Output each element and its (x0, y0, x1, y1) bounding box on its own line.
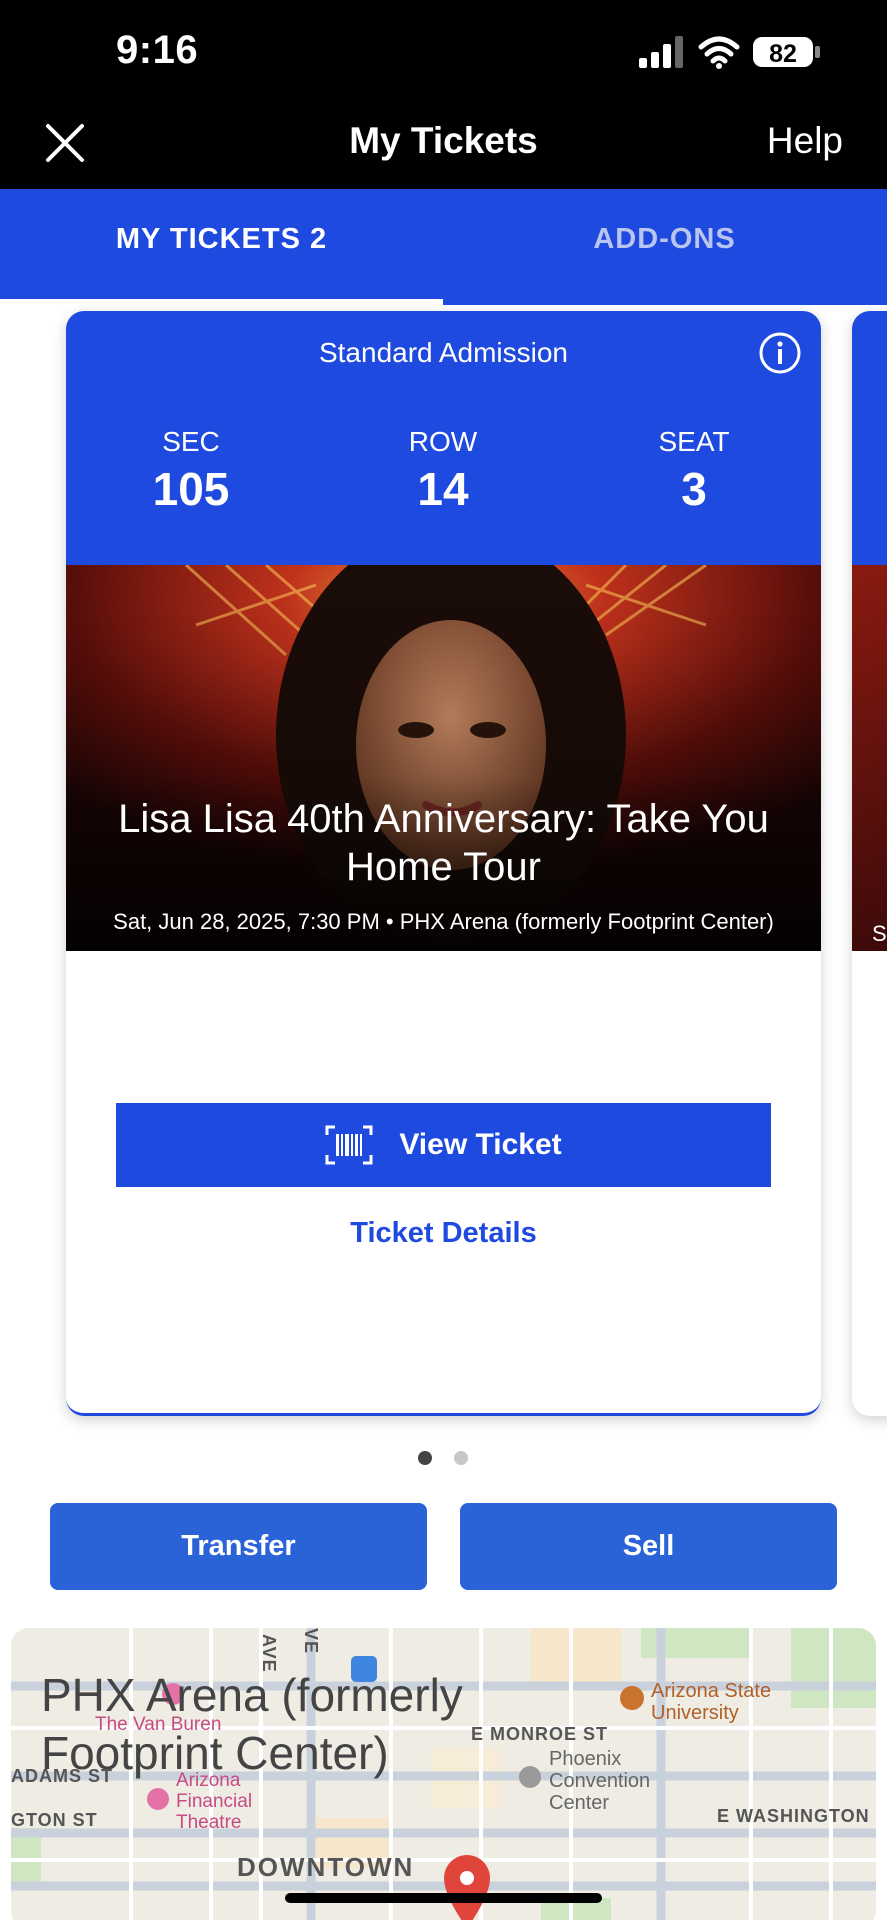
row-info: ROW 14 (343, 426, 543, 516)
street-label-ave: AVE (259, 1634, 279, 1673)
active-tab-indicator (0, 299, 443, 305)
battery-level: 82 (769, 40, 797, 68)
next-ticket-meta: S (872, 921, 887, 946)
tab-bar: MY TICKETS 2 ADD-ONS (0, 189, 887, 301)
admission-type: Standard Admission (318, 337, 569, 368)
section-info: SEC 105 (91, 426, 291, 516)
battery-icon: 82 (752, 34, 822, 70)
event-date-venue: Sat, Jun 28, 2025, 7:30 PM • PHX Arena (… (113, 909, 774, 934)
street-label-washington: E WASHINGTON (717, 1806, 870, 1826)
next-ticket-header (852, 311, 887, 565)
page-dot-active[interactable] (418, 1451, 432, 1465)
status-time: 9:16 (116, 28, 199, 72)
street-label-ve: VE (301, 1628, 321, 1655)
event-artwork (66, 565, 821, 951)
district-label: DOWNTOWN (237, 1852, 415, 1882)
tab-divider (443, 299, 887, 305)
home-indicator[interactable] (285, 1893, 602, 1903)
sell-button[interactable]: Sell (460, 1503, 837, 1590)
next-ticket-image (852, 565, 887, 951)
venue-map[interactable]: PHX Arena (formerly Footprint Center) AV… (11, 1628, 876, 1920)
ticket-details-link[interactable]: Ticket Details (66, 1217, 821, 1250)
poi-arizona-financial-theatre[interactable]: Arizona Financial Theatre (176, 1770, 286, 1833)
street-label-gton: GTON ST (11, 1810, 98, 1830)
view-ticket-label: View Ticket (399, 1128, 562, 1161)
transfer-button[interactable]: Transfer (50, 1503, 427, 1590)
tab-add-ons[interactable]: ADD-ONS (443, 189, 886, 301)
ticket-header: Standard Admission SEC 105 ROW 14 SEAT 3 (66, 311, 821, 565)
next-ticket-card[interactable]: S (852, 311, 887, 1416)
seat-info: SEAT 3 (594, 426, 794, 516)
page-title: My Tickets (349, 120, 538, 161)
ticket-card[interactable]: Standard Admission SEC 105 ROW 14 SEAT 3 (66, 311, 821, 1416)
barcode-scan-icon (325, 1125, 373, 1165)
event-image: Lisa Lisa 40th Anniversary: Take You Hom… (66, 565, 821, 951)
tab-my-tickets[interactable]: MY TICKETS 2 (0, 189, 443, 301)
poi-phoenix-convention-center[interactable]: Phoenix Convention Center (549, 1748, 689, 1814)
top-bar: 9:16 82 My Tickets Help (0, 0, 887, 189)
cellular-signal-icon (639, 36, 683, 68)
row-label: ROW (408, 426, 478, 457)
wifi-icon (698, 36, 740, 69)
seat-value: 3 (681, 463, 707, 515)
street-label-adams: ADAMS ST (11, 1766, 113, 1786)
poi-asu[interactable]: Arizona State University (651, 1680, 811, 1724)
seat-label: SEAT (658, 426, 730, 457)
page-dot[interactable] (454, 1451, 468, 1465)
section-value: 105 (152, 463, 230, 515)
poi-van-buren[interactable]: The Van Buren (95, 1714, 221, 1735)
street-label-monroe: E MONROE ST (471, 1724, 609, 1744)
event-title: Lisa Lisa 40th Anniversary: Take You Hom… (118, 797, 769, 889)
info-icon[interactable] (758, 331, 802, 375)
row-value: 14 (417, 463, 469, 515)
view-ticket-button[interactable]: View Ticket (116, 1103, 771, 1187)
help-button[interactable]: Help (767, 120, 843, 162)
section-label: SEC (162, 426, 220, 457)
